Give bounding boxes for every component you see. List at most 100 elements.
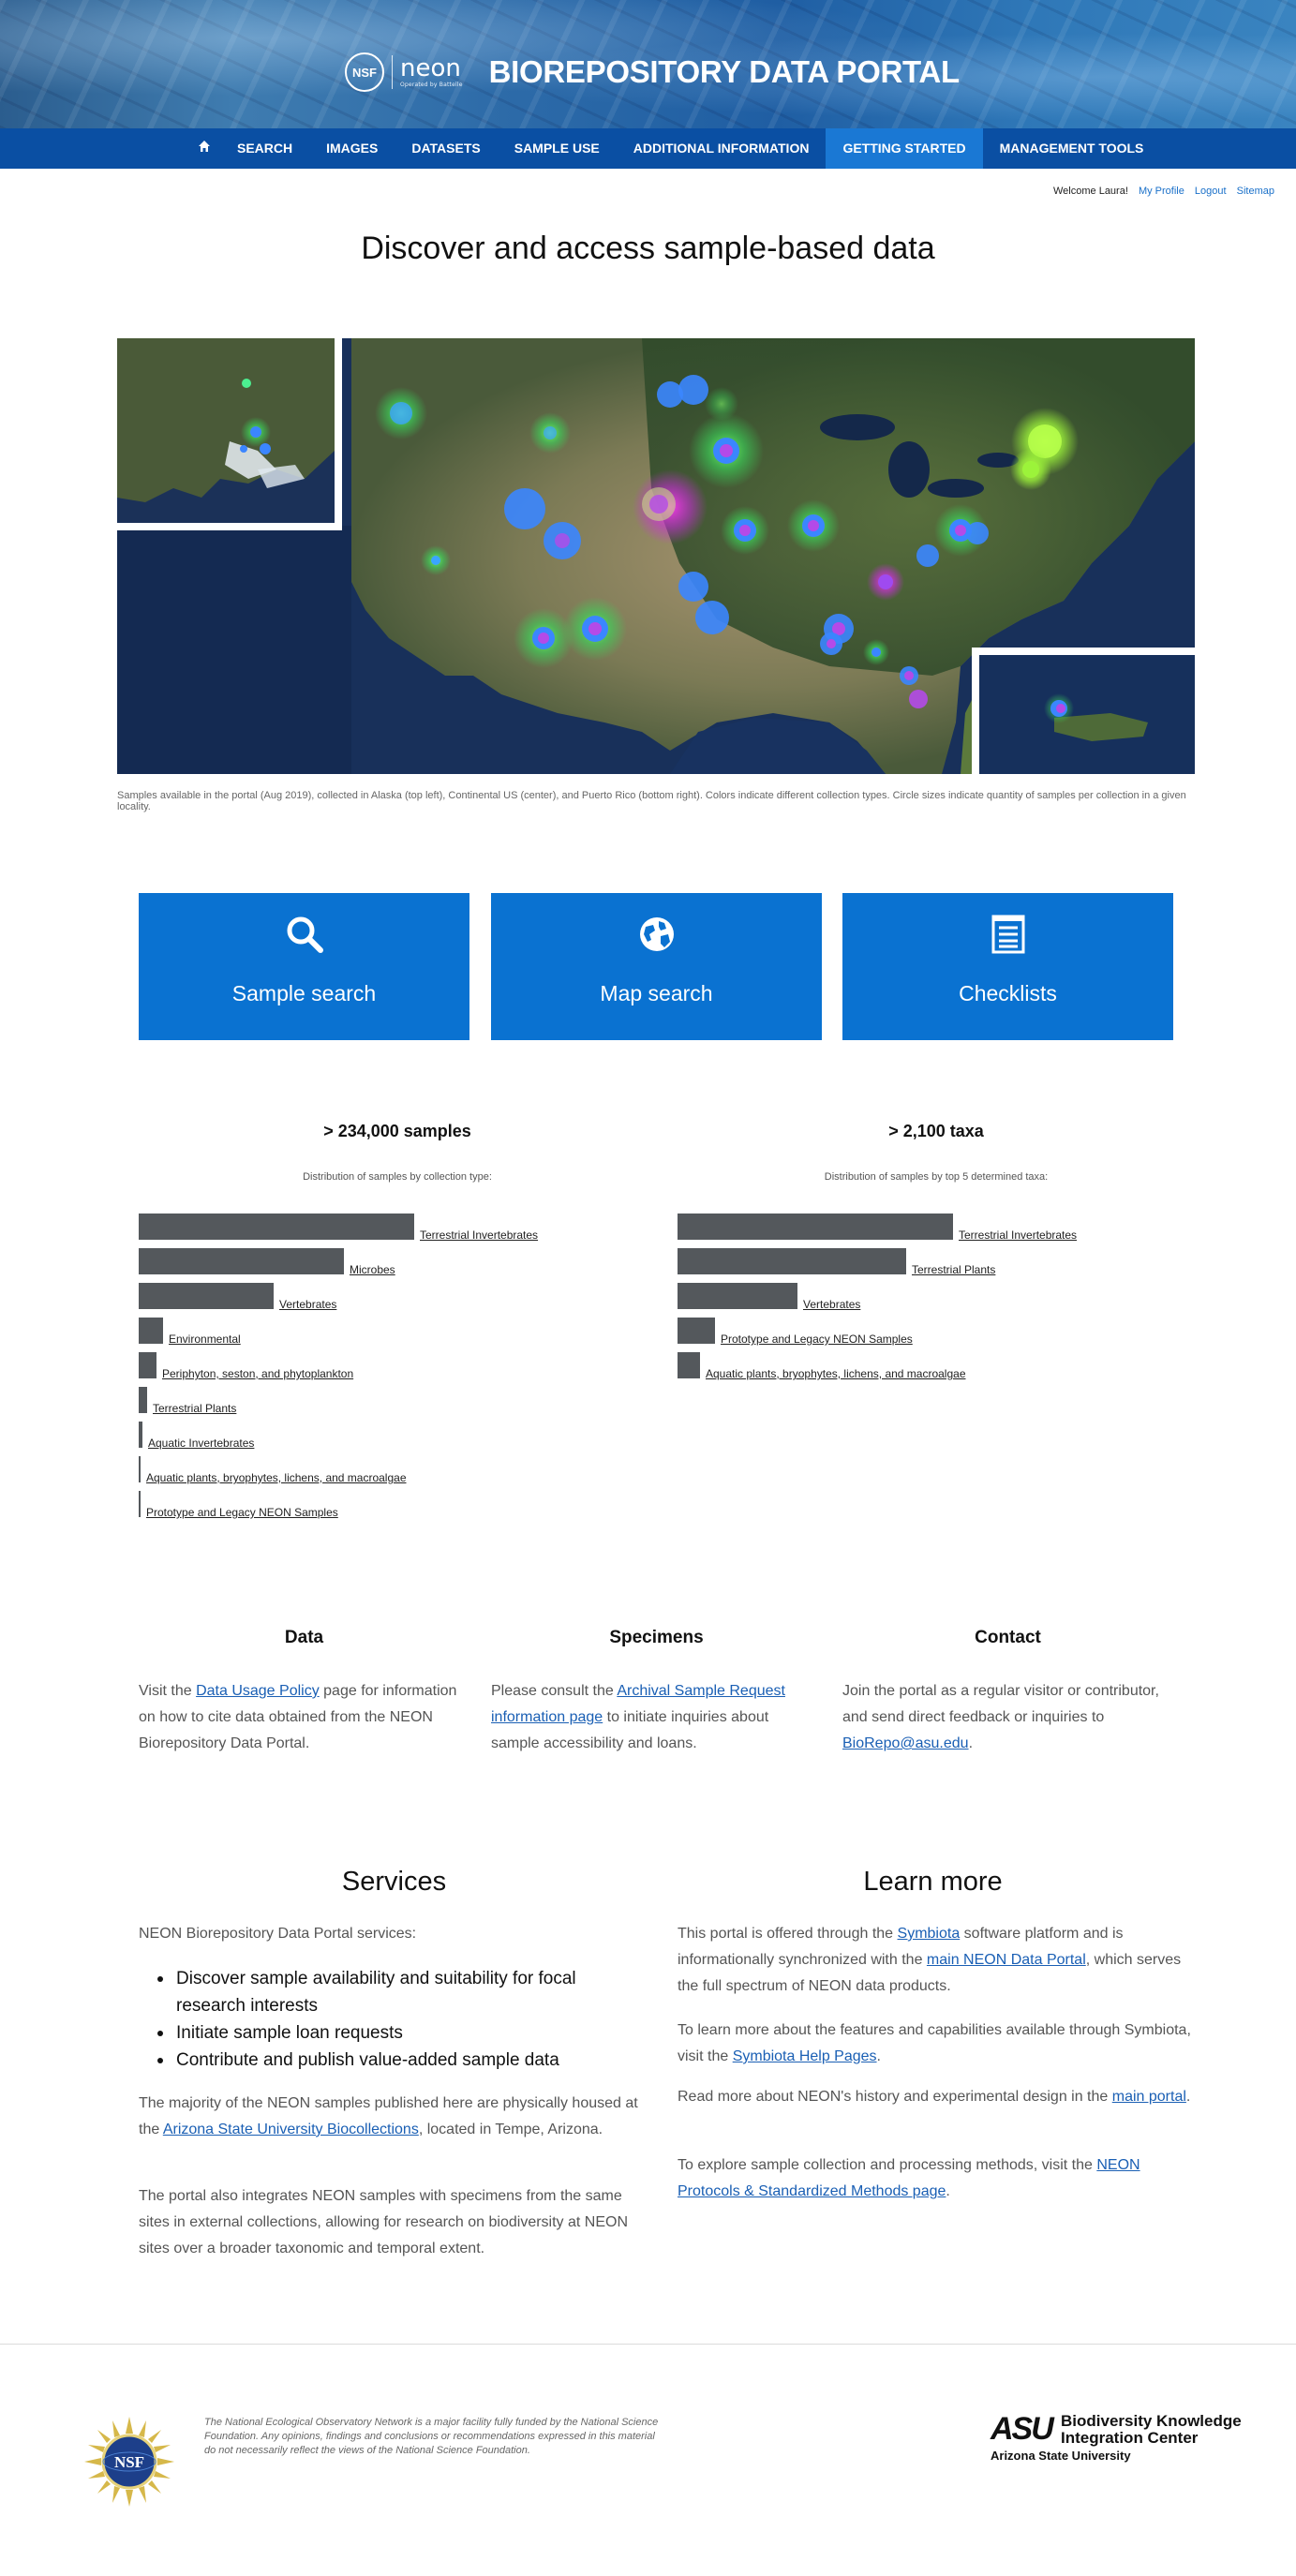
nav-sample-use[interactable]: SAMPLE USE xyxy=(498,128,617,169)
bar-label-link[interactable]: Periphyton, seston, and phytoplankton xyxy=(162,1367,353,1380)
my-profile-link[interactable]: My Profile xyxy=(1139,186,1184,197)
bar xyxy=(678,1283,797,1309)
bar xyxy=(139,1387,147,1413)
home-icon[interactable] xyxy=(194,128,220,169)
bar-label-link[interactable]: Environmental xyxy=(169,1333,241,1346)
bar-label-link[interactable]: Terrestrial Invertebrates xyxy=(420,1228,538,1242)
main-portal-link[interactable]: main portal xyxy=(1112,2089,1186,2105)
services-list: Discover sample availability and suitabi… xyxy=(157,1965,645,2074)
page-title: Discover and access sample-based data xyxy=(361,231,935,266)
bar-label-link[interactable]: Terrestrial Plants xyxy=(912,1263,995,1276)
asu-biocollections-link[interactable]: Arizona State University Biocollections xyxy=(163,2122,419,2137)
checklists-tile[interactable]: Checklists xyxy=(842,893,1173,1040)
map-search-label: Map search xyxy=(600,981,713,1005)
learn-paragraph-protocols: To explore sample collection and process… xyxy=(678,2157,1140,2199)
map-caption: Samples available in the portal (Aug 201… xyxy=(117,790,1186,812)
nsf-logo-text: NSF xyxy=(114,2453,144,2471)
list-item: Contribute and publish value-added sampl… xyxy=(157,2047,645,2074)
user-bar: Welcome Laura! My Profile Logout Sitemap xyxy=(1046,186,1274,197)
bar-row: Vertebrates xyxy=(678,1283,860,1311)
bar-row: Aquatic Invertebrates xyxy=(139,1422,254,1450)
samples-distribution-subtitle: Distribution of samples by collection ty… xyxy=(303,1171,492,1183)
bar xyxy=(139,1456,141,1482)
bar-row: Microbes xyxy=(139,1248,395,1276)
sample-map xyxy=(117,338,1195,774)
bar xyxy=(139,1491,141,1517)
main-nav: SEARCH IMAGES DATASETS SAMPLE USE ADDITI… xyxy=(0,128,1296,169)
learn-more-heading: Learn more xyxy=(863,1867,1003,1897)
bar-label-link[interactable]: Aquatic plants, bryophytes, lichens, and… xyxy=(146,1471,407,1484)
bar-label-link[interactable]: Aquatic plants, bryophytes, lichens, and… xyxy=(706,1367,966,1380)
welcome-text: Welcome Laura! xyxy=(1053,186,1128,197)
sitemap-link[interactable]: Sitemap xyxy=(1237,186,1274,197)
sample-search-tile[interactable]: Sample search xyxy=(139,893,469,1040)
neon-word: neon xyxy=(400,54,461,82)
contact-text: Join the portal as a regular visitor or … xyxy=(842,1683,1159,1751)
biorepo-email-link[interactable]: BioRepo@asu.edu xyxy=(842,1735,969,1751)
list-item: Initiate sample loan requests xyxy=(157,2019,645,2047)
bar xyxy=(139,1214,414,1240)
bar-row: Terrestrial Invertebrates xyxy=(139,1214,538,1242)
header-brand[interactable]: NSF neon Operated by Battelle BIOREPOSIT… xyxy=(345,51,960,94)
data-text: Visit the Data Usage Policy page for inf… xyxy=(139,1683,457,1751)
nav-datasets[interactable]: DATASETS xyxy=(395,128,497,169)
logout-link[interactable]: Logout xyxy=(1195,186,1227,197)
bar-row: Environmental xyxy=(139,1318,241,1346)
bar xyxy=(678,1214,953,1240)
globe-icon xyxy=(491,914,822,955)
bar-row: Prototype and Legacy NEON Samples xyxy=(678,1318,913,1346)
asu-mark: ASU xyxy=(991,2411,1054,2447)
nav-additional-information[interactable]: ADDITIONAL INFORMATION xyxy=(617,128,827,169)
bar-label-link[interactable]: Terrestrial Plants xyxy=(153,1402,236,1415)
nsf-badge-icon: NSF xyxy=(345,52,384,92)
bar-label-link[interactable]: Prototype and Legacy NEON Samples xyxy=(721,1333,913,1346)
learn-paragraph-symbiota: This portal is offered through the Symbi… xyxy=(678,1926,1182,1994)
bar-row: Terrestrial Invertebrates xyxy=(678,1214,1077,1242)
nav-getting-started[interactable]: GETTING STARTED xyxy=(826,128,983,169)
bar xyxy=(678,1248,906,1274)
bar xyxy=(139,1352,156,1378)
bar-label-link[interactable]: Microbes xyxy=(350,1263,395,1276)
taxa-count-heading: > 2,100 taxa xyxy=(888,1122,984,1140)
portal-title[interactable]: BIOREPOSITORY DATA PORTAL xyxy=(489,54,961,90)
nav-search[interactable]: SEARCH xyxy=(220,128,309,169)
learn-paragraph-history: Read more about NEON's history and exper… xyxy=(678,2089,1191,2105)
bar-row: Prototype and Legacy NEON Samples xyxy=(139,1491,338,1519)
taxa-distribution-subtitle: Distribution of samples by top 5 determi… xyxy=(824,1171,1049,1183)
bar xyxy=(678,1318,715,1344)
bar-label-link[interactable]: Aquatic Invertebrates xyxy=(148,1437,254,1450)
bar xyxy=(678,1352,700,1378)
bkic-name: Biodiversity Knowledge Integration Center xyxy=(1061,2412,1242,2447)
bar-label-link[interactable]: Prototype and Legacy NEON Samples xyxy=(146,1506,338,1519)
services-intro: NEON Biorepository Data Portal services: xyxy=(139,1926,417,1942)
services-heading: Services xyxy=(341,1867,447,1897)
sample-search-label: Sample search xyxy=(231,981,377,1005)
asu-university-name: Arizona State University xyxy=(991,2449,1131,2463)
specimens-text: Please consult the Archival Sample Reque… xyxy=(491,1683,785,1751)
bar xyxy=(139,1283,274,1309)
bar-label-link[interactable]: Vertebrates xyxy=(279,1298,336,1311)
nav-management-tools[interactable]: MANAGEMENT TOOLS xyxy=(983,128,1161,169)
contact-heading: Contact xyxy=(975,1628,1041,1647)
map-search-tile[interactable]: Map search xyxy=(491,893,822,1040)
bar-label-link[interactable]: Vertebrates xyxy=(803,1298,860,1311)
bar xyxy=(139,1318,163,1344)
main-neon-data-portal-link[interactable]: main NEON Data Portal xyxy=(927,1952,1086,1968)
symbiota-link[interactable]: Symbiota xyxy=(898,1926,961,1942)
nav-images[interactable]: IMAGES xyxy=(309,128,395,169)
symbiota-help-pages-link[interactable]: Symbiota Help Pages xyxy=(733,2048,877,2064)
bar-row: Periphyton, seston, and phytoplankton xyxy=(139,1352,353,1380)
bar-row: Aquatic plants, bryophytes, lichens, and… xyxy=(678,1352,966,1380)
footer-divider xyxy=(0,2344,1296,2345)
bar-label-link[interactable]: Terrestrial Invertebrates xyxy=(959,1228,1077,1242)
asu-bkic-logo[interactable]: ASU Biodiversity Knowledge Integration Ce… xyxy=(991,2411,1253,2467)
bar-row: Terrestrial Plants xyxy=(139,1387,236,1415)
data-usage-policy-link[interactable]: Data Usage Policy xyxy=(196,1683,320,1699)
nsf-logo[interactable]: NSF xyxy=(82,2415,176,2509)
bar xyxy=(139,1248,344,1274)
specimens-heading: Specimens xyxy=(609,1628,704,1647)
bar-row: Vertebrates xyxy=(139,1283,336,1311)
footer-disclaimer: The National Ecological Observatory Netw… xyxy=(204,2417,659,2456)
search-icon xyxy=(139,914,469,955)
checklists-label: Checklists xyxy=(959,981,1057,1005)
